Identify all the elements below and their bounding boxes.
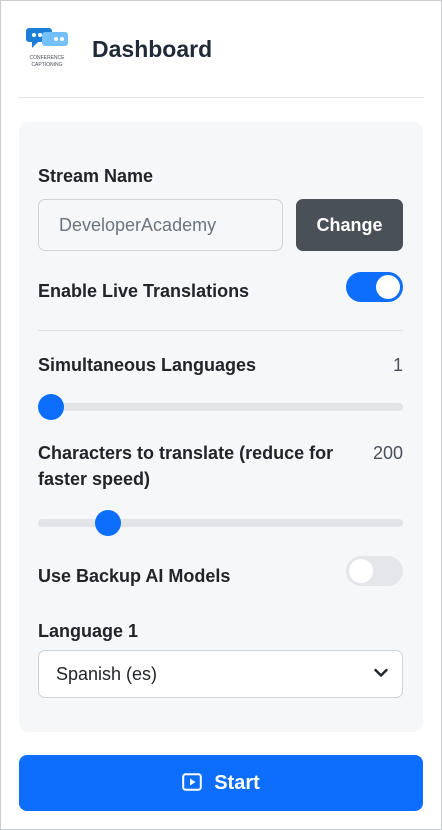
change-button[interactable]: Change: [296, 199, 403, 251]
language-1-label: Language 1: [38, 621, 139, 641]
divider: [38, 330, 403, 331]
slider-thumb[interactable]: [95, 510, 121, 536]
play-square-icon: [182, 772, 203, 791]
characters-to-translate-slider[interactable]: [38, 510, 403, 536]
language-1-selected-value: Spanish (es): [56, 664, 158, 684]
backup-ai-models-label: Use Backup AI Models: [38, 566, 231, 586]
stream-name-input[interactable]: DeveloperAcademy: [38, 199, 283, 251]
slider-thumb[interactable]: [38, 394, 64, 420]
language-1-select[interactable]: Spanish (es): [38, 650, 403, 698]
simultaneous-languages-value: 1: [392, 355, 403, 375]
start-button[interactable]: Start: [19, 755, 423, 811]
speech-bubbles-logo-icon: CONFERENCE CAPTIONING: [26, 28, 68, 68]
stream-name-value: DeveloperAcademy: [59, 215, 217, 235]
stream-name-label: Stream Name: [38, 166, 154, 186]
chevron-down-icon: [374, 668, 388, 677]
simultaneous-languages-label: Simultaneous Languages: [38, 355, 257, 375]
settings-card: Stream Name DeveloperAcademy Change Enab…: [19, 122, 423, 732]
toggle-knob: [349, 559, 373, 583]
simultaneous-languages-slider[interactable]: [38, 394, 403, 420]
characters-to-translate-label: Characters to translate (reduce for fast…: [38, 443, 334, 489]
toggle-knob: [376, 275, 400, 299]
logo-text-line1: CONFERENCE: [29, 55, 65, 61]
characters-to-translate-value: 200: [372, 443, 403, 463]
start-label: Start: [214, 772, 260, 794]
backup-ai-models-toggle[interactable]: [346, 556, 403, 586]
live-translations-toggle[interactable]: [346, 272, 403, 302]
enable-live-translations-label: Enable Live Translations: [38, 281, 250, 301]
logo-text-line2: CAPTIONING: [31, 62, 62, 68]
page-title: Dashboard: [92, 36, 213, 62]
header: CONFERENCE CAPTIONING Dashboard: [18, 18, 424, 98]
